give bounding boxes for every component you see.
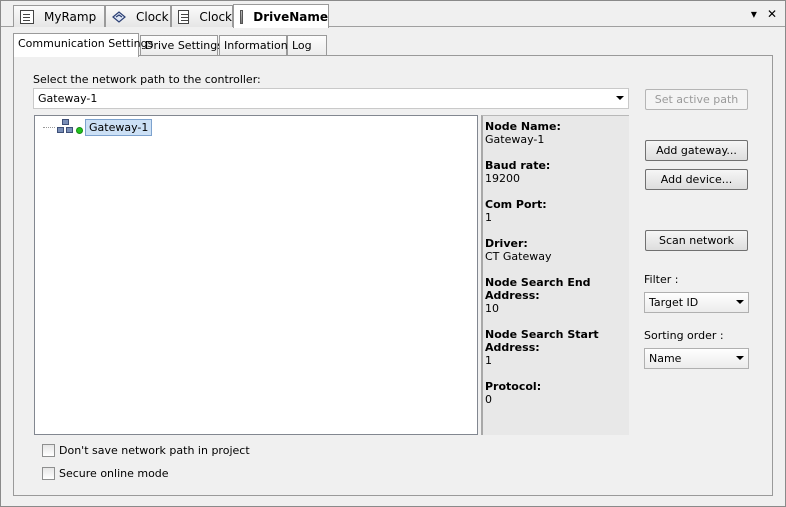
add-gateway-button[interactable]: Add gateway... bbox=[645, 140, 748, 161]
property-name: Node Name: bbox=[485, 120, 561, 133]
chevron-down-icon bbox=[736, 356, 744, 360]
property-value: Gateway-1 bbox=[485, 133, 545, 146]
window-controls: ▾ ✕ bbox=[751, 7, 777, 21]
tree-node-gateway[interactable]: Gateway-1 bbox=[85, 119, 153, 136]
property-name: Node Search End bbox=[485, 276, 591, 289]
sorting-order-label: Sorting order : bbox=[644, 329, 724, 342]
editor-tab-label: DriveName bbox=[253, 9, 328, 24]
dont-save-path-label: Don't save network path in project bbox=[59, 444, 250, 457]
secure-online-mode-checkbox[interactable] bbox=[42, 467, 55, 480]
network-tree[interactable]: Gateway-1 bbox=[34, 115, 478, 435]
drive-icon bbox=[240, 9, 244, 24]
filter-value: Target ID bbox=[649, 296, 699, 309]
close-icon[interactable]: ✕ bbox=[767, 7, 777, 21]
property-value: 10 bbox=[485, 302, 499, 315]
property-name: Node Search Start bbox=[485, 328, 599, 341]
chevron-down-icon bbox=[616, 96, 624, 100]
property-name: Address: bbox=[485, 341, 540, 354]
property-value: 0 bbox=[485, 393, 492, 406]
filter-select[interactable]: Target ID bbox=[644, 292, 749, 313]
secure-online-mode-label: Secure online mode bbox=[59, 467, 169, 480]
property-value: 1 bbox=[485, 211, 492, 224]
editor-tab-label: MyRamp bbox=[44, 9, 97, 24]
filter-label: Filter : bbox=[644, 273, 679, 286]
tree-connector bbox=[43, 127, 55, 128]
gateway-network-icon bbox=[57, 119, 75, 135]
ramp-icon bbox=[112, 10, 126, 24]
scan-network-button[interactable]: Scan network bbox=[645, 230, 748, 251]
editor-tab-clock-ramp[interactable]: Clock bbox=[105, 5, 171, 27]
property-name: Com Port: bbox=[485, 198, 547, 211]
sorting-order-select[interactable]: Name bbox=[644, 348, 749, 369]
property-name: Address: bbox=[485, 289, 540, 302]
network-path-label: Select the network path to the controlle… bbox=[33, 73, 261, 86]
editor-tab-clock-doc[interactable]: Clock bbox=[171, 5, 233, 27]
tab-log[interactable]: Log bbox=[287, 35, 327, 56]
dropdown-icon[interactable]: ▾ bbox=[751, 7, 757, 21]
document-icon bbox=[178, 9, 190, 24]
tab-information[interactable]: Information bbox=[219, 35, 288, 56]
editor-tab-myramp[interactable]: MyRamp bbox=[13, 5, 105, 27]
property-name: Protocol: bbox=[485, 380, 542, 393]
editor-tab-strip: MyRamp Clock Clock DriveName ▾ ✕ bbox=[1, 1, 785, 28]
set-active-path-button[interactable]: Set active path bbox=[645, 89, 748, 110]
network-path-value: Gateway-1 bbox=[38, 92, 98, 105]
property-name: Driver: bbox=[485, 237, 528, 250]
document-icon bbox=[20, 9, 34, 24]
editor-tab-label: Clock bbox=[136, 9, 169, 24]
node-properties-panel: Node Name: Gateway-1 Baud rate: 19200 Co… bbox=[481, 115, 629, 435]
editor-tab-label: Clock bbox=[199, 9, 232, 24]
tab-communication-settings[interactable]: Communication Settings bbox=[13, 33, 153, 57]
editor-tab-drivename[interactable]: DriveName bbox=[233, 4, 329, 28]
sorting-order-value: Name bbox=[649, 352, 682, 365]
dont-save-path-checkbox[interactable] bbox=[42, 444, 55, 457]
property-value: 1 bbox=[485, 354, 492, 367]
chevron-down-icon bbox=[736, 300, 744, 304]
online-status-icon bbox=[76, 127, 83, 134]
property-value: CT Gateway bbox=[485, 250, 552, 263]
property-value: 19200 bbox=[485, 172, 520, 185]
drive-editor-window: MyRamp Clock Clock DriveName ▾ ✕ Communi… bbox=[0, 0, 786, 507]
property-name: Baud rate: bbox=[485, 159, 551, 172]
add-device-button[interactable]: Add device... bbox=[645, 169, 748, 190]
network-path-select[interactable]: Gateway-1 bbox=[33, 88, 629, 109]
